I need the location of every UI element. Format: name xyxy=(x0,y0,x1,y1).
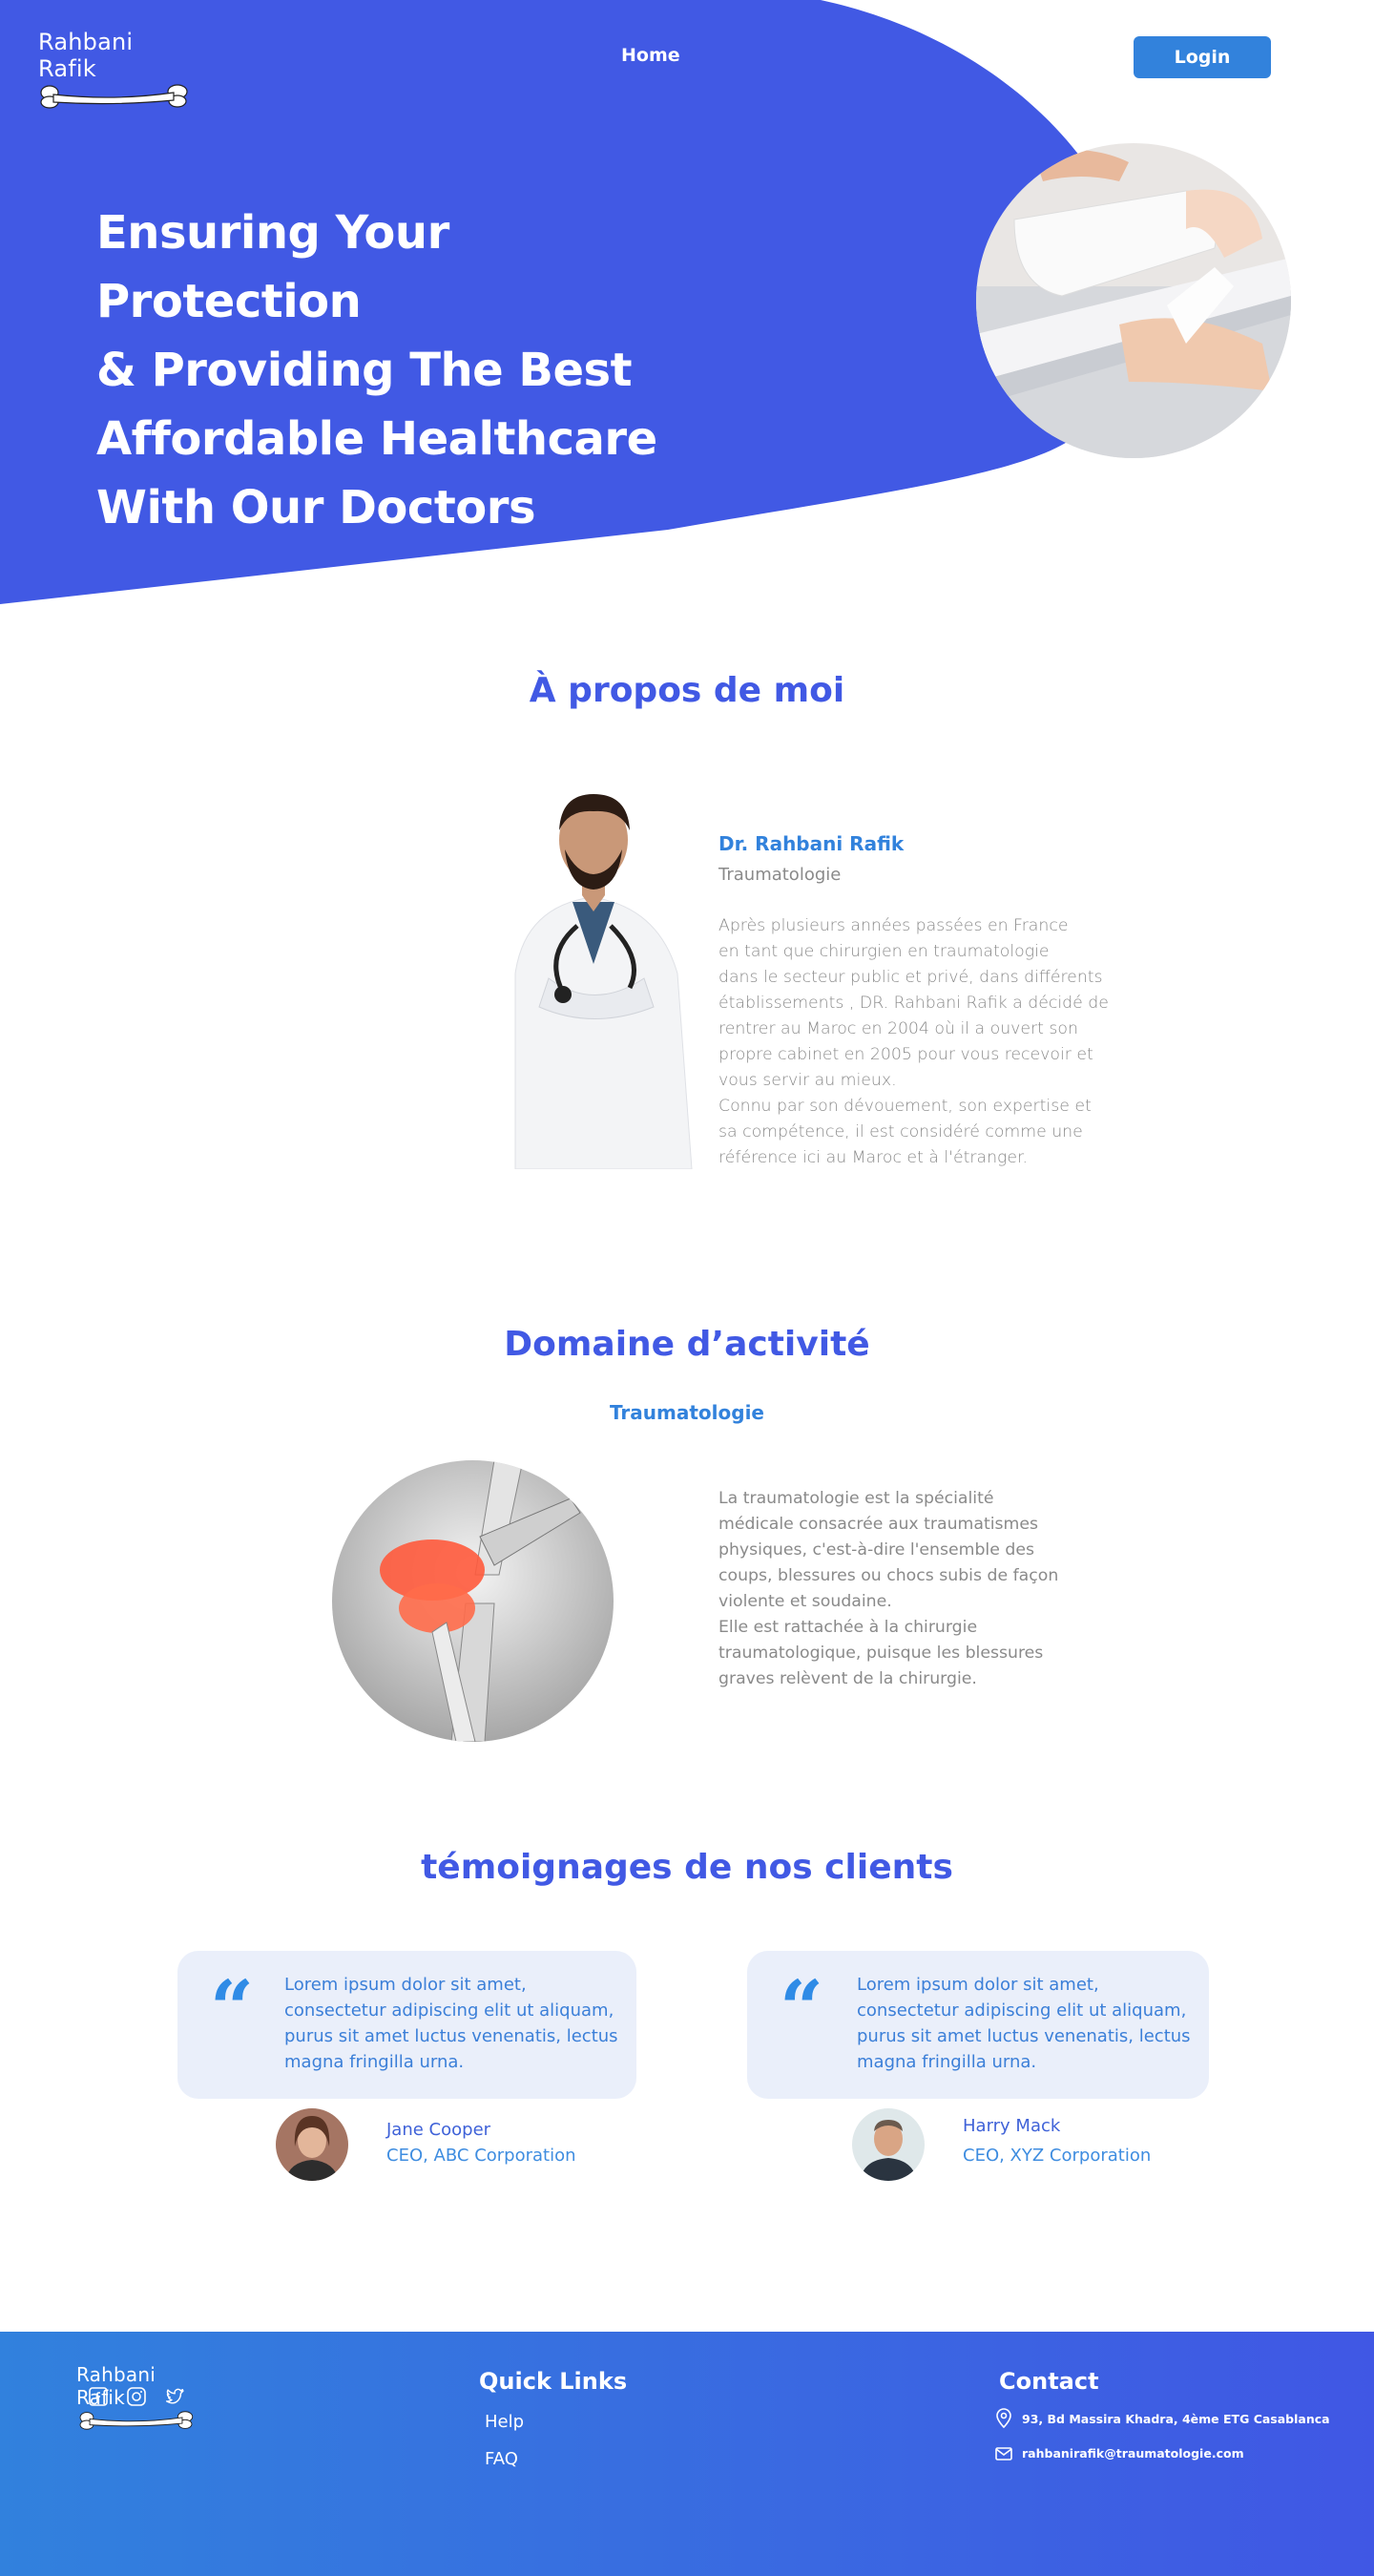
hero-title-line: With Our Doctors xyxy=(96,481,536,534)
testimonial-role: CEO, ABC Corporation xyxy=(386,2146,576,2166)
doctor-bio: Après plusieurs années passées en France… xyxy=(718,916,1109,1167)
footer-link-help[interactable]: Help xyxy=(485,2412,524,2432)
avatar xyxy=(852,2108,925,2181)
testimonial-text: Lorem ipsum dolor sit amet, consectetur … xyxy=(857,1975,1191,2072)
contact-email-text: rahbanirafik@traumatologie.com xyxy=(1022,2446,1244,2461)
location-pin-icon xyxy=(996,2408,1011,2429)
nav-home-link[interactable]: Home xyxy=(621,45,680,66)
knee-joint-image xyxy=(332,1460,614,1742)
mail-icon xyxy=(995,2446,1012,2461)
bone-logo-icon xyxy=(79,2411,194,2430)
contact-address: 93, Bd Massira Khadra, 4ème ETG Casablan… xyxy=(995,2408,1330,2429)
doctor-specialty: Traumatologie xyxy=(718,865,842,885)
instagram-icon[interactable] xyxy=(125,2385,148,2408)
testimonial-name: Harry Mack xyxy=(963,2116,1061,2136)
domain-section-title: Domaine d’activité xyxy=(504,1325,870,1364)
domain-description: La traumatologie est la spécialité médic… xyxy=(718,1489,1059,1688)
facebook-icon[interactable] xyxy=(87,2385,110,2408)
hero-title-line: Ensuring Your Protection xyxy=(96,206,449,328)
avatar xyxy=(276,2108,348,2181)
footer: Rahbani Rafik Quick Links Help FAQ Conta… xyxy=(0,2332,1374,2576)
login-button[interactable]: Login xyxy=(1134,36,1271,78)
quote-icon: “ xyxy=(210,1963,255,2053)
quick-links-title: Quick Links xyxy=(479,2368,628,2395)
doctor-portrait-image xyxy=(487,783,701,1170)
hero-title: Ensuring Your Protection & Providing The… xyxy=(96,199,707,542)
about-section-title: À propos de moi xyxy=(529,671,845,710)
domain-subtitle: Traumatologie xyxy=(609,1401,764,1424)
contact-email[interactable]: rahbanirafik@traumatologie.com xyxy=(995,2446,1244,2461)
logo[interactable]: Rahbani Rafik xyxy=(38,29,196,109)
hero-image-patient-cast xyxy=(976,143,1291,458)
contact-title: Contact xyxy=(999,2368,1099,2395)
logo-text: Rahbani Rafik xyxy=(38,29,134,82)
twitter-icon[interactable] xyxy=(163,2385,186,2408)
testimonial-card: “ Lorem ipsum dolor sit amet, consectetu… xyxy=(177,1951,636,2099)
testimonials-section-title: témoignages de nos clients xyxy=(421,1848,953,1887)
doctor-name: Dr. Rahbani Rafik xyxy=(718,832,905,855)
testimonial-role: CEO, XYZ Corporation xyxy=(963,2146,1152,2166)
testimonial-name: Jane Cooper xyxy=(386,2120,491,2140)
testimonial-text: Lorem ipsum dolor sit amet, consectetur … xyxy=(284,1975,618,2072)
testimonial-card: “ Lorem ipsum dolor sit amet, consectetu… xyxy=(747,1951,1209,2099)
quote-icon: “ xyxy=(780,1963,824,2053)
hero-title-line: & Providing The Best xyxy=(96,344,633,397)
contact-address-text: 93, Bd Massira Khadra, 4ème ETG Casablan… xyxy=(1022,2411,1330,2426)
bone-logo-icon xyxy=(40,84,188,109)
hero-title-line: Affordable Healthcare xyxy=(96,412,657,466)
footer-link-faq[interactable]: FAQ xyxy=(485,2449,518,2469)
